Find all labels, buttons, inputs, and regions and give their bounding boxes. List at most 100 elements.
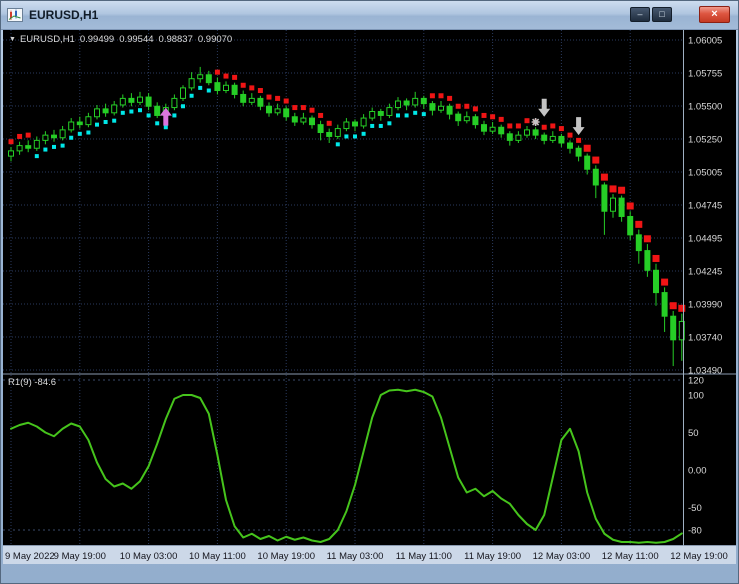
trend-dot-down [600,173,608,181]
time-axis-label: 11 May 03:00 [327,551,384,562]
candle-body [541,134,548,141]
trend-dot-up [86,130,91,135]
trend-dot-up [112,118,117,123]
price-axis-label: 1.04745 [688,201,722,212]
candle-body [395,100,401,109]
candle-body [334,128,341,137]
candle-body [16,145,23,152]
candle-body [360,117,367,127]
candle-body [214,82,221,92]
candle-body [317,124,324,134]
trend-dot-up [120,110,125,115]
candle-body [188,78,195,89]
candle-body [610,197,616,212]
candle-body [420,97,427,105]
trend-dot-down [283,98,289,104]
candle-body [498,126,505,135]
time-axis-label: 10 May 03:00 [120,551,178,562]
candle-body [592,168,599,186]
trend-dot-down [275,95,281,101]
trend-dot-down [618,186,626,194]
indicator-axis-label: -50 [688,503,702,514]
candle-body [240,93,247,103]
ohlc-symbol: EURUSD,H1 [19,34,75,45]
candle-body [137,96,143,103]
trend-dot-up [198,85,203,90]
candle-body [119,97,126,106]
candle-body [653,269,659,294]
trend-dot-down [558,126,564,132]
trend-dot-up [378,123,383,128]
trend-dot-down [455,103,461,109]
candle-body [481,124,487,132]
trend-dot-down [266,94,272,100]
trend-dot-down [326,120,332,126]
restore-button[interactable]: □ [652,7,672,22]
price-chart-canvas[interactable]: 1.06005 1.05755 1.05500 1.05250 1.05005 1.047… [3,30,736,564]
candle-body [412,97,419,106]
trend-dot-down [257,88,263,94]
trend-dot-down [652,254,660,262]
trend-dot-down [25,132,31,138]
time-axis-label: 11 May 11:00 [396,551,452,562]
candle-body [524,129,530,136]
candle-body [377,111,384,116]
candle-body [309,117,315,126]
close-button[interactable]: × [699,6,730,23]
trend-dot-down [438,93,444,99]
chart-window-icon [7,8,23,22]
candle-body [446,105,453,115]
trend-dot-up [421,112,426,117]
symbol-dropdown-icon: ▼ [9,36,16,43]
metatrader-chart-window: EURUSD,H1 – □ × 1.06005 1.05755 1.05500 1.0… [0,0,739,584]
candle-body [42,134,49,141]
candle-body [300,117,307,123]
trend-dot-up [69,135,74,140]
candle-body [94,108,100,118]
chart-client-area: 1.06005 1.05755 1.05500 1.05250 1.05005 1.047… [3,30,736,564]
ohlc-close: 0.99070 [197,34,233,45]
candle-body [51,134,57,139]
trend-dot-down [472,106,478,112]
trend-dot-down [583,144,591,152]
candle-body [567,142,573,149]
candle-body [515,134,522,141]
candle-body [76,121,83,126]
candle-body [506,133,513,141]
trend-dot-down [309,107,315,113]
trend-dot-up [335,142,340,147]
trend-dot-down [635,220,643,228]
candle-body [369,111,376,119]
candle-body [438,105,444,111]
indicator-axis-label: 120 [688,376,704,387]
trend-dot-down [567,132,573,138]
trend-dot-down [318,112,324,118]
time-axis-label: 9 May 19:00 [54,551,106,562]
candle-body [403,100,410,106]
trend-dot-up [43,147,48,152]
trend-dot-down [300,105,306,111]
indicator-axis-label: 0.00 [688,466,707,477]
trend-dot-down [214,69,220,75]
candle-body [154,105,161,116]
indicator-axis-label: 50 [688,428,699,439]
candle-body [558,135,565,144]
time-axis-label: 9 May 2022 [5,551,55,562]
candle-body [68,121,75,131]
candle-body [549,135,556,141]
trend-dot-down [17,133,23,139]
candle-body [33,139,40,149]
minimize-button[interactable]: – [630,7,650,22]
candle-body [274,108,281,114]
trend-dot-up [189,93,194,98]
candle-body [248,97,255,103]
time-axis-label: 11 May 19:00 [464,551,521,562]
candle-body [266,105,272,114]
price-axis-label: 1.05755 [688,69,722,80]
trend-dot-down [507,123,513,129]
window-titlebar[interactable]: EURUSD,H1 – □ × [1,1,738,30]
candle-body [584,155,591,170]
price-axis-label: 1.05500 [688,102,722,113]
candle-body [231,84,238,95]
trend-dot-down [550,123,556,129]
